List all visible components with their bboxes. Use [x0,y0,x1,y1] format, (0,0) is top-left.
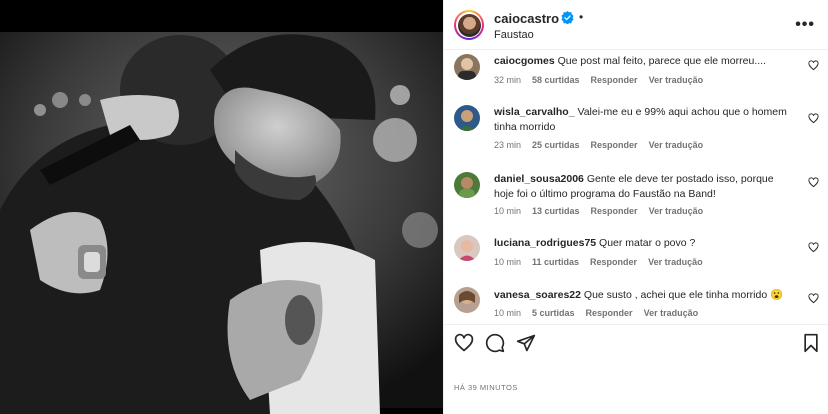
post-header: caiocastro • Faustao ••• [444,0,828,50]
verified-badge-icon [561,11,574,24]
comment-username[interactable]: luciana_rodrigues75 [494,237,596,249]
comment-like-heart-icon[interactable] [808,242,819,253]
comment-translate-button[interactable]: Ver tradução [649,75,704,85]
share-paper-plane-icon[interactable] [516,333,536,353]
commenter-avatar[interactable] [454,54,480,80]
comment-reply-button[interactable]: Responder [591,75,638,85]
author-avatar[interactable] [454,10,484,40]
comment-translate-button[interactable]: Ver tradução [644,308,699,318]
comment-reply-button[interactable]: Responder [590,257,637,267]
comment-time[interactable]: 23 min [494,140,521,150]
comments-list: caiocgomes Que post mal feito, parece qu… [444,50,828,320]
comment-like-heart-icon[interactable] [808,177,819,188]
comment-like-heart-icon[interactable] [808,293,819,304]
comment-meta: 23 min 25 curtidas Responder Ver tradução [494,140,714,150]
comment-reply-button[interactable]: Responder [591,206,638,216]
comment-like-heart-icon[interactable] [808,60,819,71]
commenter-avatar[interactable] [454,172,480,198]
comment-text: Que post mal feito, parece que ele morre… [557,55,766,67]
comment-time[interactable]: 10 min [494,308,521,318]
comment-username[interactable]: caiocgomes [494,55,555,67]
comment-meta: 32 min 58 curtidas Responder Ver tradução [494,75,714,85]
comment-username[interactable]: vanesa_soares22 [494,289,581,301]
comment-bubble-icon[interactable] [485,333,505,353]
comment-translate-button[interactable]: Ver tradução [649,140,704,150]
author-username[interactable]: caiocastro [494,11,559,26]
comment-text: Quer matar o povo ? [599,237,696,249]
comment-text: Que susto , achei que ele tinha morrido … [583,289,784,301]
hug-photo-image [0,0,443,414]
comment-likes[interactable]: 58 curtidas [532,75,580,85]
comment-translate-button[interactable]: Ver tradução [649,206,704,216]
post-location[interactable]: Faustao [494,29,534,41]
header-dot-separator: • [579,10,584,24]
comment-time[interactable]: 10 min [494,206,521,216]
post-action-bar [444,324,828,360]
comment-meta: 10 min 11 curtidas Responder Ver tradução [494,257,714,267]
commenter-avatar[interactable] [454,105,480,131]
comment-username[interactable]: daniel_sousa2006 [494,173,584,185]
post-timestamp[interactable]: HÁ 39 MINUTOS [454,383,518,392]
comment-translate-button[interactable]: Ver tradução [648,257,703,267]
comment-meta: 10 min 5 curtidas Responder Ver tradução [494,308,709,318]
like-heart-icon[interactable] [454,333,474,353]
save-bookmark-icon[interactable] [801,333,821,353]
comment-likes[interactable]: 5 curtidas [532,308,575,318]
comment-username[interactable]: wisla_carvalho_ [494,106,575,118]
comment-likes[interactable]: 11 curtidas [532,257,579,267]
comment-likes[interactable]: 13 curtidas [532,206,580,216]
comment-time[interactable]: 32 min [494,75,521,85]
comment-reply-button[interactable]: Responder [591,140,638,150]
commenter-avatar[interactable] [454,287,480,313]
comment-time[interactable]: 10 min [494,257,521,267]
comment-meta: 10 min 13 curtidas Responder Ver tradução [494,206,714,216]
comment-likes[interactable]: 25 curtidas [532,140,580,150]
post-side-panel: caiocastro • Faustao ••• caiocgomes Que … [443,0,828,414]
comment-reply-button[interactable]: Responder [586,308,633,318]
commenter-avatar[interactable] [454,235,480,261]
more-options-icon[interactable]: ••• [795,16,815,34]
comment-like-heart-icon[interactable] [808,113,819,124]
post-photo [0,0,443,414]
